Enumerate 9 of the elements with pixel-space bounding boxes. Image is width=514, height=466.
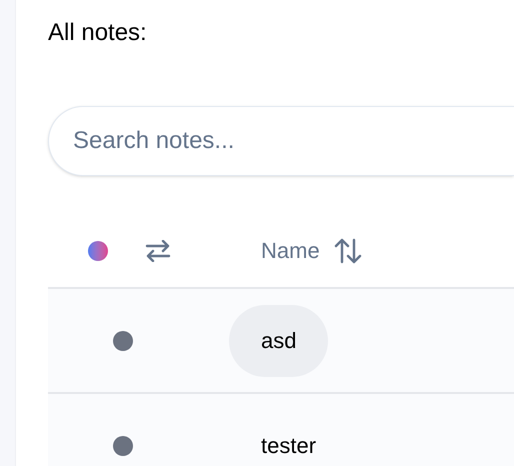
note-name: tester — [260, 432, 318, 460]
name-column-header[interactable]: Name — [261, 234, 320, 267]
note-row[interactable]: tester — [48, 394, 514, 466]
sort-icon[interactable] — [334, 238, 362, 264]
page-title: All notes: — [48, 18, 147, 48]
search-field[interactable]: Search notes... — [48, 106, 514, 176]
swap-arrows-icon[interactable] — [145, 240, 171, 262]
note-row[interactable]: asd — [48, 289, 514, 394]
note-name: asd — [229, 304, 328, 376]
